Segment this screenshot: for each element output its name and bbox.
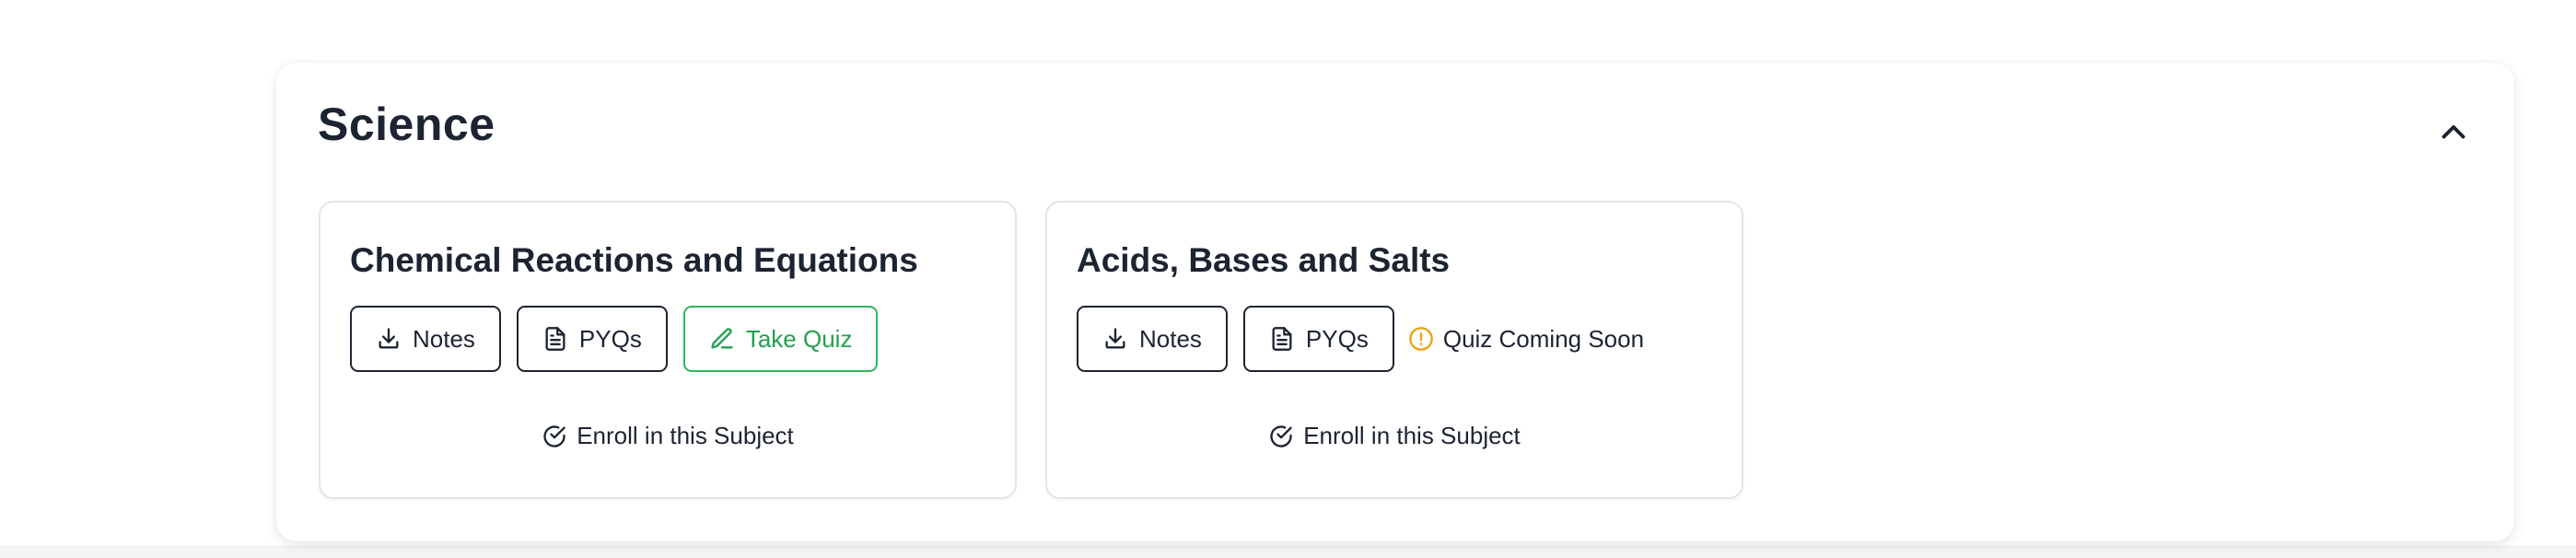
subject-title: Chemical Reactions and Equations — [350, 241, 918, 279]
notes-button-label: Notes — [413, 324, 475, 353]
quiz-coming-soon-label: Quiz Coming Soon — [1442, 324, 1645, 353]
subject-title: Acids, Bases and Salts — [1077, 241, 1451, 279]
notes-button-label: Notes — [1139, 324, 1202, 353]
notes-button[interactable]: Notes — [350, 306, 501, 372]
collapse-section-button[interactable] — [2428, 107, 2479, 158]
subject-actions: Notes PYQs Quiz Coming Soon — [1077, 306, 1644, 372]
take-quiz-button[interactable]: Take Quiz — [682, 306, 879, 372]
quiz-coming-soon-status: Quiz Coming Soon — [1408, 325, 1644, 354]
document-icon — [1272, 327, 1292, 351]
document-icon — [545, 327, 565, 351]
pyqs-button[interactable]: PYQs — [516, 306, 668, 372]
subject-card: Chemical Reactions and Equations Notes P… — [319, 201, 1017, 499]
pencil-icon — [711, 328, 733, 349]
take-quiz-label: Take Quiz — [745, 324, 853, 353]
chevron-up-icon — [2442, 125, 2465, 139]
download-icon — [1105, 328, 1125, 349]
check-circle-icon — [1270, 424, 1292, 448]
subject-actions: Notes PYQs Take Quiz — [350, 306, 879, 372]
enroll-label: Enroll in this Subject — [1303, 422, 1521, 449]
download-icon — [379, 328, 399, 349]
enroll-subject-button[interactable]: Enroll in this Subject — [321, 422, 1015, 450]
pyqs-button-label: PYQs — [578, 324, 642, 353]
check-circle-icon — [543, 424, 565, 448]
enroll-subject-button[interactable]: Enroll in this Subject — [1047, 422, 1742, 450]
alert-circle-icon — [1409, 327, 1433, 351]
enroll-label: Enroll in this Subject — [577, 422, 794, 449]
notes-button[interactable]: Notes — [1077, 306, 1228, 372]
section-title: Science — [318, 99, 495, 150]
pyqs-button-label: PYQs — [1305, 324, 1369, 353]
subject-section-card: Science Chemical Reactions and Equations… — [276, 63, 2514, 541]
subject-card: Acids, Bases and Salts Notes PYQs Quiz C… — [1045, 201, 1743, 499]
pyqs-button[interactable]: PYQs — [1242, 306, 1394, 372]
